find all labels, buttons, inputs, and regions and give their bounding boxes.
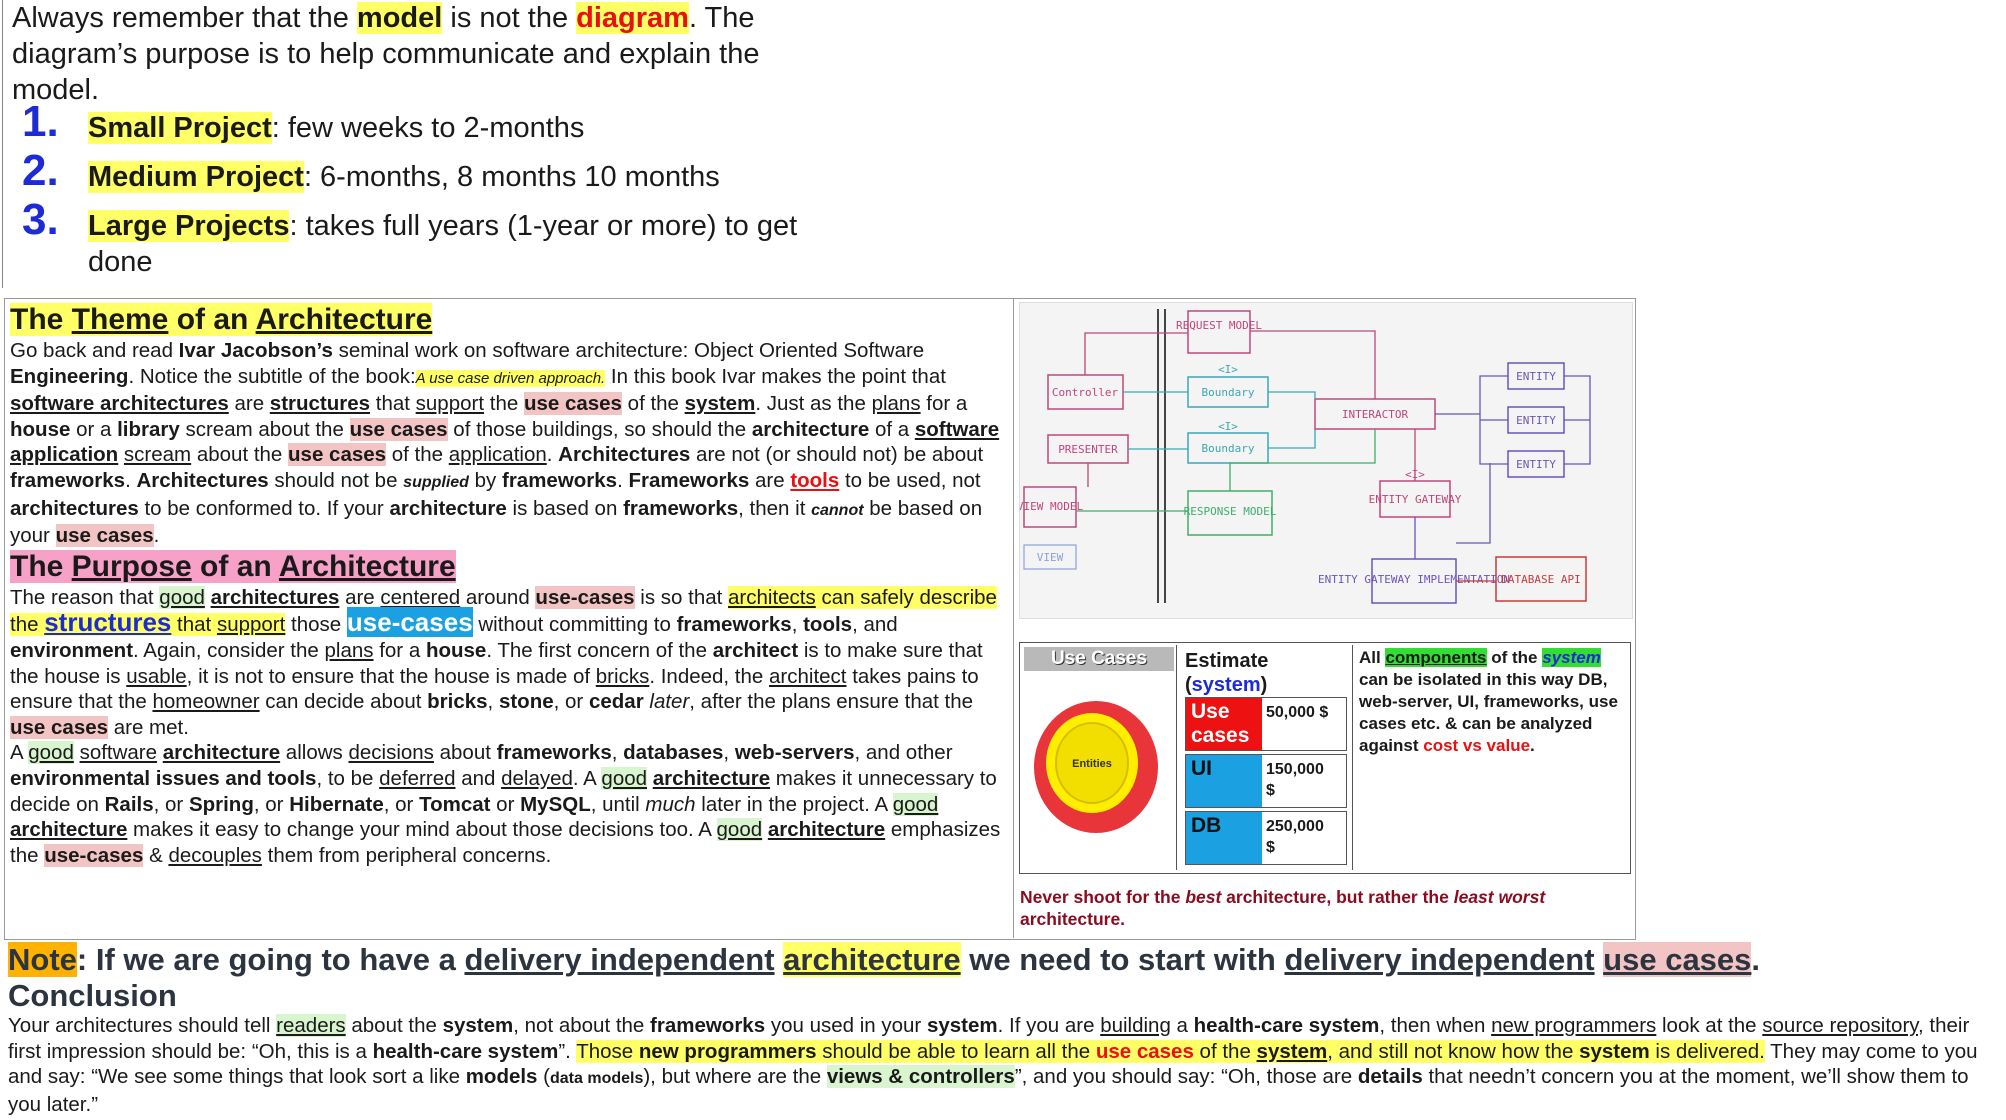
clean-architecture-diagram: REQUEST MODEL Controller Boundary <I> IN…	[1017, 302, 1633, 619]
theme-paragraph: Go back and read Ivar Jacobson’s seminal…	[10, 339, 1000, 548]
presenter-label: PRESENTER	[1058, 443, 1118, 456]
use-cases-figure: Use Cases Entities	[1024, 647, 1174, 869]
list-number: 3.	[22, 195, 59, 244]
components-text: All components of the system can be isol…	[1359, 648, 1618, 755]
response-model-label: RESPONSE MODEL	[1184, 505, 1277, 518]
diagram-highlight: diagram	[576, 2, 689, 34]
interface-marker: <I>	[1218, 363, 1238, 376]
estimate-value: 50,000 $	[1266, 704, 1329, 721]
estimate-label: UI	[1186, 755, 1262, 807]
interactor-label: INTERACTOR	[1342, 408, 1409, 421]
entity-label: ENTITY	[1516, 370, 1556, 383]
controller-label: Controller	[1052, 386, 1119, 399]
estimate-label: Use cases	[1186, 698, 1262, 750]
purpose-paragraph: The reason that good architectures are c…	[10, 585, 1001, 867]
conclusion-section: Note: If we are going to have a delivery…	[8, 941, 2004, 1117]
concentric-circles-icon: Entities	[1034, 701, 1158, 833]
left-rule	[2, 0, 3, 288]
book-subtitle: A use case driven approach.	[415, 369, 606, 387]
architecture-text-column: The Theme of an Architecture Go back and…	[10, 302, 1010, 868]
view-model-label: VIEW MODEL	[1020, 500, 1083, 513]
entity-label: ENTITY	[1516, 458, 1556, 471]
estimate-row-db: DB 250,000$	[1185, 811, 1347, 865]
use-cases-title: Use Cases	[1024, 647, 1174, 671]
theme-heading: The Theme of an Architecture	[10, 303, 433, 336]
list-number: 1.	[22, 97, 59, 146]
request-model-label: REQUEST MODEL	[1176, 319, 1262, 332]
entity-label: ENTITY	[1516, 414, 1556, 427]
estimate-label: DB	[1186, 812, 1262, 864]
conclusion-heading: Conclusion	[8, 978, 177, 1013]
estimate-heading: Estimate (system)	[1185, 650, 1269, 696]
project-label: Medium Project	[88, 161, 304, 193]
database-api-label: DATABASE API	[1501, 573, 1580, 586]
output-boundary-label: Boundary	[1202, 442, 1255, 455]
intro-paragraph: Always remember that the model is not th…	[12, 2, 760, 106]
diagram-connectors	[1076, 330, 1591, 582]
request-model-box	[1187, 310, 1251, 354]
view-label: VIEW	[1037, 551, 1064, 564]
estimate-value: 150,000$	[1266, 761, 1324, 799]
estimate-row-use-cases: Use cases 50,000 $	[1185, 697, 1347, 751]
column-divider	[1013, 298, 1014, 938]
estimate-column: Estimate (system) Use cases 50,000 $ UI 1…	[1176, 645, 1352, 870]
estimate-value: 250,000$	[1266, 818, 1324, 856]
gateway-impl-label: ENTITY GATEWAY IMPLEMENTATION	[1318, 573, 1510, 586]
note-heading: Note: If we are going to have a delivery…	[8, 942, 1761, 977]
diagram-svg: REQUEST MODEL Controller Boundary <I> IN…	[1017, 309, 1591, 604]
never-shoot-note: Never shoot for the best architecture, b…	[1020, 887, 1546, 929]
interface-marker: <I>	[1218, 420, 1238, 433]
list-number: 2.	[22, 146, 59, 195]
conclusion-paragraph: Your architectures should tell readers a…	[8, 1014, 1978, 1116]
estimate-row-ui: UI 150,000$	[1185, 754, 1347, 808]
components-note: All components of the system can be isol…	[1352, 645, 1630, 870]
entity-gateway-label: ENTITY GATEWAY	[1369, 493, 1462, 506]
project-label: Large Projects	[88, 210, 290, 242]
project-label: Small Project	[88, 112, 272, 144]
model-highlight: model	[356, 2, 443, 34]
input-boundary-label: Boundary	[1202, 386, 1255, 399]
entities-label: Entities	[1072, 758, 1112, 770]
purpose-heading: The Purpose of an Architecture	[10, 549, 456, 583]
